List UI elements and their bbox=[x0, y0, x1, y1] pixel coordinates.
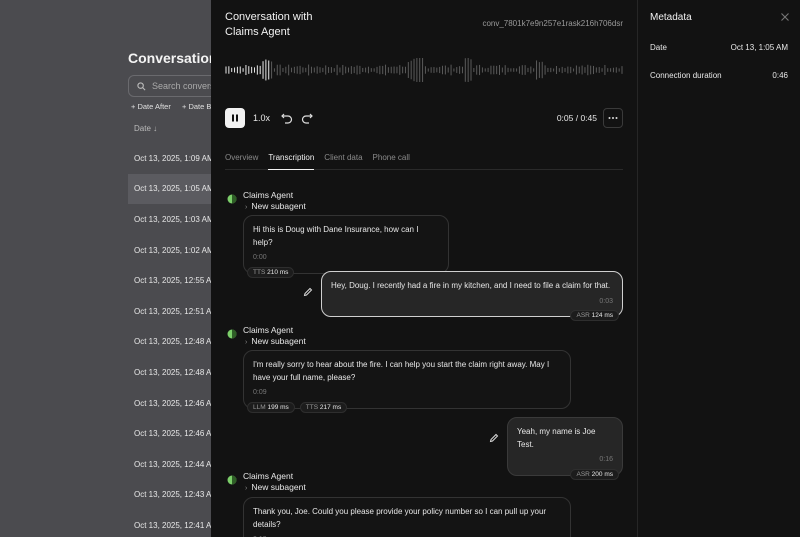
conversation-row[interactable]: Oct 13, 2025, 12:55 A bbox=[128, 265, 218, 296]
conversation-id: conv_7801k7e9n257e1rask216h706dsr bbox=[482, 19, 623, 28]
playback-time: 0:05 / 0:45 bbox=[556, 113, 597, 123]
agent-name: Claims Agent bbox=[243, 190, 294, 200]
conversation-tabs: Overview Transcription Client data Phone ca… bbox=[225, 150, 623, 170]
metadata-duration-label: Connection duration bbox=[650, 71, 722, 80]
sort-arrow-icon: ↓ bbox=[153, 124, 158, 133]
message-timestamp: 0:03 bbox=[599, 297, 613, 305]
agent-message-bubble[interactable]: Thank you, Joe. Could you please provide… bbox=[243, 497, 571, 537]
filter-date-before[interactable]: + Date B bbox=[182, 102, 211, 111]
message-text: Hey, Doug. I recently had a fire in my k… bbox=[331, 281, 611, 290]
message-text: Hi this is Doug with Dane Insurance, how… bbox=[253, 225, 419, 247]
conversation-row[interactable]: Oct 13, 2025, 1:09 AM bbox=[128, 143, 218, 174]
pause-button[interactable] bbox=[225, 108, 245, 128]
search-icon bbox=[137, 81, 146, 90]
message-timestamp: 0:00 bbox=[253, 254, 267, 261]
conversation-row[interactable]: Oct 13, 2025, 12:44 A bbox=[128, 449, 218, 480]
latency-badges: LLM 199 ms TTS 217 ms bbox=[247, 402, 348, 413]
metadata-date-label: Date bbox=[650, 43, 667, 52]
conversation-row[interactable]: Oct 13, 2025, 1:03 AM bbox=[128, 204, 218, 235]
tab-phone-call[interactable]: Phone call bbox=[373, 150, 410, 170]
conversation-row[interactable]: Oct 13, 2025, 12:46 A bbox=[128, 418, 218, 449]
pause-icon bbox=[232, 114, 238, 122]
agent-avatar-icon bbox=[227, 329, 237, 339]
agent-message-bubble[interactable]: I'm really sorry to hear about the fire.… bbox=[243, 350, 571, 409]
more-icon bbox=[608, 117, 618, 119]
latency-badge: ASR 124 ms bbox=[570, 310, 619, 321]
more-options-button[interactable] bbox=[603, 108, 623, 128]
filter-date-after[interactable]: + Date After bbox=[131, 102, 171, 111]
agent-name: Claims Agent bbox=[243, 471, 294, 481]
rewind-icon[interactable] bbox=[280, 111, 294, 125]
audio-waveform[interactable] bbox=[225, 58, 623, 82]
tab-transcription[interactable]: Transcription bbox=[268, 150, 315, 170]
user-message-bubble[interactable]: Yeah, my name is Joe Test. 0:16 bbox=[507, 417, 623, 476]
conversation-row[interactable]: Oct 13, 2025, 1:05 AM bbox=[128, 173, 218, 205]
latency-badges: ASR 124 ms bbox=[570, 310, 619, 321]
subagent-label[interactable]: › New subagent bbox=[245, 201, 306, 211]
agent-avatar-icon bbox=[227, 194, 237, 204]
conversation-row[interactable]: Oct 13, 2025, 12:48 A bbox=[128, 357, 218, 388]
latency-badges: TTS 210 ms bbox=[247, 267, 295, 278]
edit-icon[interactable] bbox=[303, 287, 313, 297]
agent-name: Claims Agent bbox=[243, 325, 294, 335]
tab-client-data[interactable]: Client data bbox=[324, 150, 362, 170]
latency-badge: TTS 210 ms bbox=[247, 267, 295, 278]
metadata-panel: Metadata Date Oct 13, 1:05 AM Connection… bbox=[637, 0, 800, 537]
metadata-title: Metadata bbox=[650, 12, 692, 23]
message-timestamp: 0:09 bbox=[253, 389, 267, 396]
conversation-row[interactable]: Oct 13, 2025, 12:41 AM bbox=[128, 510, 218, 537]
metadata-date-value: Oct 13, 1:05 AM bbox=[730, 43, 788, 52]
conversation-list: Oct 13, 2025, 1:09 AM Oct 13, 2025, 1:05 … bbox=[128, 143, 218, 537]
latency-badge: LLM 199 ms bbox=[247, 402, 295, 413]
subagent-label[interactable]: › New subagent bbox=[245, 482, 306, 492]
agent-avatar-icon bbox=[227, 475, 237, 485]
latency-badge: ASR 200 ms bbox=[570, 469, 619, 480]
forward-icon[interactable] bbox=[300, 111, 314, 125]
chevron-right-icon: › bbox=[245, 204, 248, 211]
audio-player: 1.0x 0:05 / 0:45 bbox=[225, 108, 623, 128]
agent-message-bubble[interactable]: Hi this is Doug with Dane Insurance, how… bbox=[243, 215, 449, 274]
date-column-header[interactable]: Date ↓ bbox=[134, 124, 157, 133]
subagent-label[interactable]: › New subagent bbox=[245, 336, 306, 346]
conversation-title: Conversation with Claims Agent bbox=[225, 11, 313, 38]
conversation-row[interactable]: Oct 13, 2025, 1:02 AM bbox=[128, 235, 218, 266]
latency-badge: TTS 217 ms bbox=[299, 402, 348, 413]
conversation-row[interactable]: Oct 13, 2025, 12:48 A bbox=[128, 327, 218, 358]
playback-speed-button[interactable]: 1.0x bbox=[253, 113, 270, 123]
chevron-right-icon: › bbox=[245, 485, 248, 492]
conversation-row[interactable]: Oct 13, 2025, 12:43 A bbox=[128, 480, 218, 511]
conversation-row[interactable]: Oct 13, 2025, 12:46 A bbox=[128, 388, 218, 419]
message-timestamp: 0:16 bbox=[599, 456, 613, 463]
message-text: Yeah, my name is Joe Test. bbox=[517, 427, 596, 449]
chevron-right-icon: › bbox=[245, 339, 248, 346]
close-icon[interactable] bbox=[780, 12, 790, 22]
edit-icon[interactable] bbox=[489, 433, 499, 443]
tab-overview[interactable]: Overview bbox=[225, 150, 258, 170]
latency-badges: ASR 200 ms bbox=[570, 469, 619, 480]
message-text: I'm really sorry to hear about the fire.… bbox=[253, 360, 550, 382]
metadata-duration-value: 0:46 bbox=[772, 71, 788, 80]
message-text: Thank you, Joe. Could you please provide… bbox=[253, 507, 547, 529]
conversation-panel: Conversation with Claims Agent conv_7801… bbox=[211, 0, 637, 537]
conversation-row[interactable]: Oct 13, 2025, 12:51 AM bbox=[128, 296, 218, 327]
